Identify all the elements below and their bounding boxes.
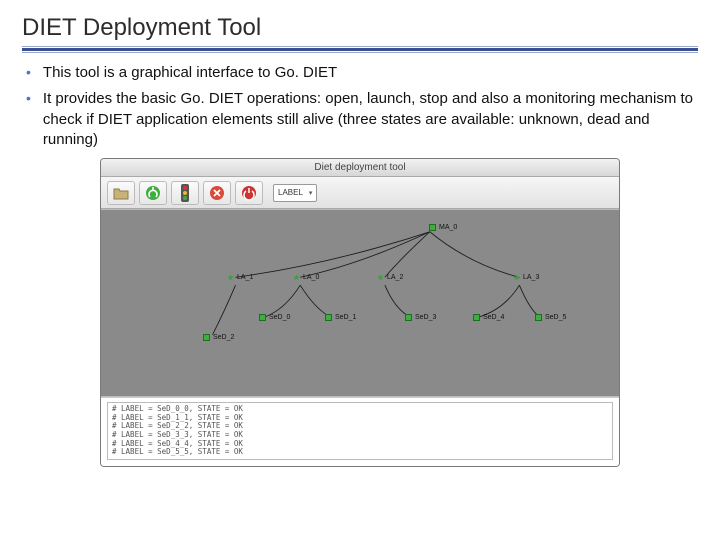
window-titlebar: Diet deployment tool bbox=[101, 159, 619, 177]
node-label: LA_0 bbox=[303, 274, 319, 281]
node-label: SeD_5 bbox=[545, 314, 566, 321]
graph-node-la0[interactable]: LA_0 bbox=[293, 274, 319, 281]
launch-button[interactable] bbox=[139, 181, 167, 205]
log-line: # LABEL = SeD_5_5, STATE = OK bbox=[112, 448, 608, 457]
title-rule bbox=[22, 46, 698, 53]
graph-node-sed4[interactable]: SeD_4 bbox=[473, 314, 504, 321]
node-label: LA_3 bbox=[523, 274, 539, 281]
stop-icon bbox=[209, 185, 225, 201]
bullet-item: • It provides the basic Go. DIET operati… bbox=[26, 89, 698, 150]
node-label: SeD_0 bbox=[269, 314, 290, 321]
combobox-value: LABEL bbox=[278, 188, 303, 197]
bullet-text: This tool is a graphical interface to Go… bbox=[43, 63, 337, 83]
node-label: LA_1 bbox=[237, 274, 253, 281]
graph-edges bbox=[101, 210, 619, 396]
run-icon bbox=[145, 185, 161, 201]
node-label: SeD_2 bbox=[213, 334, 234, 341]
power-icon bbox=[241, 185, 257, 201]
graph-node-sed1[interactable]: SeD_1 bbox=[325, 314, 356, 321]
node-label: MA_0 bbox=[439, 224, 457, 231]
slide: DIET Deployment Tool • This tool is a gr… bbox=[0, 0, 720, 477]
bullet-item: • This tool is a graphical interface to … bbox=[26, 63, 698, 83]
graph-node-ma0[interactable]: MA_0 bbox=[429, 224, 457, 231]
node-label: SeD_3 bbox=[415, 314, 436, 321]
graph-node-la1[interactable]: LA_1 bbox=[227, 274, 253, 281]
graph-node-la3[interactable]: LA_3 bbox=[513, 274, 539, 281]
window-title: Diet deployment tool bbox=[314, 162, 405, 173]
graph-canvas[interactable]: MA_0 LA_1 LA_0 LA_2 LA_3 SeD_0 SeD_1 SeD… bbox=[101, 209, 619, 397]
toolbar: LABEL ▾ bbox=[101, 177, 619, 209]
graph-node-sed3[interactable]: SeD_3 bbox=[405, 314, 436, 321]
node-label: SeD_4 bbox=[483, 314, 504, 321]
bullet-text: It provides the basic Go. DIET operation… bbox=[43, 89, 698, 150]
bullet-dot-icon: • bbox=[26, 89, 31, 150]
node-label: LA_2 bbox=[387, 274, 403, 281]
log-panel: # LABEL = SeD_0_0, STATE = OK # LABEL = … bbox=[101, 397, 619, 466]
chevron-down-icon: ▾ bbox=[309, 189, 313, 197]
folder-icon bbox=[113, 186, 129, 200]
bullet-dot-icon: • bbox=[26, 63, 31, 83]
slide-title: DIET Deployment Tool bbox=[22, 14, 698, 42]
graph-node-sed2[interactable]: SeD_2 bbox=[203, 334, 234, 341]
graph-node-la2[interactable]: LA_2 bbox=[377, 274, 403, 281]
embedded-screenshot: Diet deployment tool bbox=[22, 158, 698, 467]
power-button[interactable] bbox=[235, 181, 263, 205]
traffic-light-icon bbox=[180, 184, 190, 202]
traffic-button[interactable] bbox=[171, 181, 199, 205]
stop-button[interactable] bbox=[203, 181, 231, 205]
label-combobox[interactable]: LABEL ▾ bbox=[273, 184, 317, 202]
node-label: SeD_1 bbox=[335, 314, 356, 321]
graph-node-sed0[interactable]: SeD_0 bbox=[259, 314, 290, 321]
graph-node-sed5[interactable]: SeD_5 bbox=[535, 314, 566, 321]
bullet-list: • This tool is a graphical interface to … bbox=[22, 63, 698, 150]
app-window: Diet deployment tool bbox=[100, 158, 620, 467]
open-button[interactable] bbox=[107, 181, 135, 205]
log-textarea[interactable]: # LABEL = SeD_0_0, STATE = OK # LABEL = … bbox=[107, 402, 613, 460]
